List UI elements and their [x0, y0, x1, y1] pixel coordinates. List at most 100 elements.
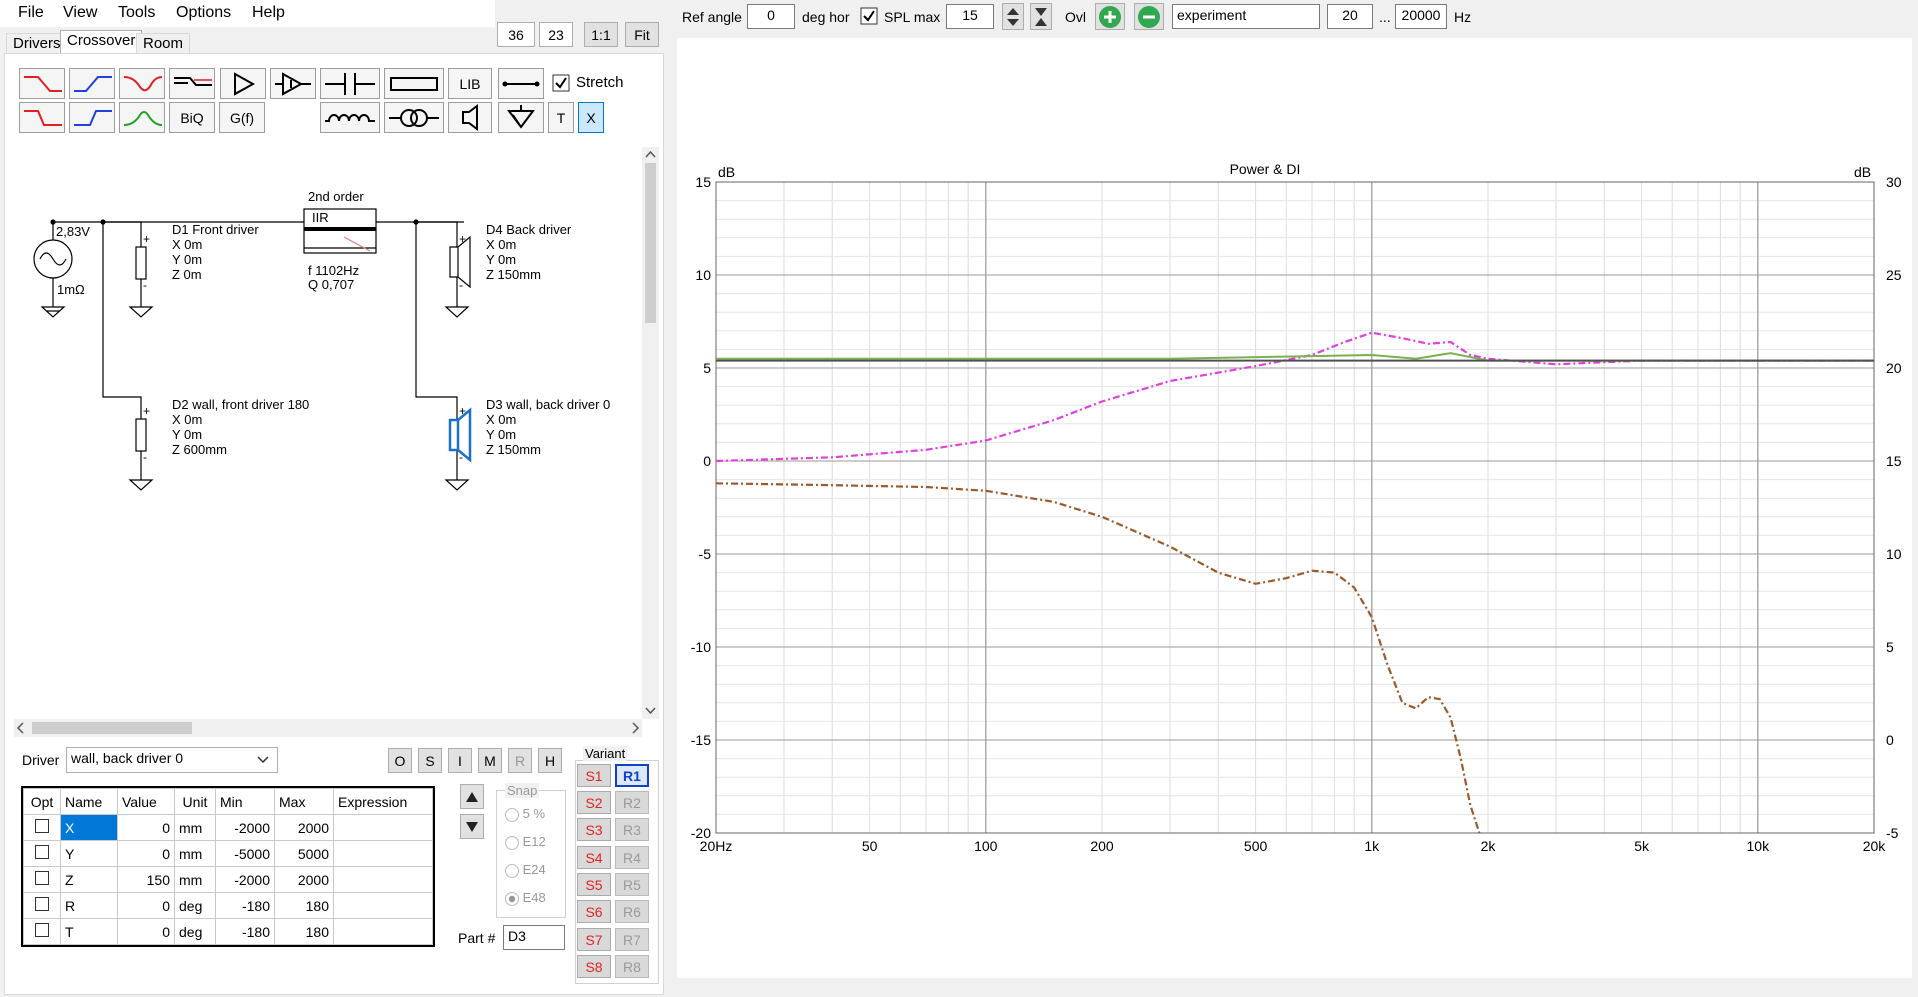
- tab-crossover[interactable]: Crossover: [60, 30, 143, 55]
- part-number-field[interactable]: D3: [503, 925, 565, 950]
- menu-options[interactable]: Options: [176, 4, 231, 22]
- variant-r3-button[interactable]: R3: [615, 818, 649, 841]
- param-min[interactable]: -180: [215, 892, 275, 919]
- variant-r4-button[interactable]: R4: [615, 846, 649, 869]
- param-max[interactable]: 180: [274, 892, 334, 919]
- param-expression[interactable]: [333, 918, 433, 945]
- driver-select[interactable]: wall, back driver 0: [66, 747, 278, 773]
- buffer-tool[interactable]: [270, 68, 316, 99]
- param-expression[interactable]: [333, 866, 433, 893]
- param-expression[interactable]: [333, 840, 433, 867]
- mode-h-button[interactable]: H: [538, 748, 562, 773]
- driver-d3-label[interactable]: D3 wall, back driver 0X 0m Y 0m Z 150mm: [486, 397, 610, 457]
- mode-o-button[interactable]: O: [388, 748, 412, 773]
- opt-checkbox[interactable]: [35, 845, 49, 859]
- mode-m-button[interactable]: M: [478, 748, 502, 773]
- param-expression[interactable]: [333, 892, 433, 919]
- snap-option-5pct[interactable]: 5 %: [505, 806, 545, 822]
- spl-max-field[interactable]: 15: [946, 4, 994, 29]
- bandstop-red-tool[interactable]: [119, 68, 165, 99]
- param-name[interactable]: R: [60, 892, 118, 919]
- param-min[interactable]: -2000: [215, 866, 275, 893]
- variant-s6-button[interactable]: S6: [577, 900, 611, 923]
- snap-option-e24[interactable]: E24: [505, 862, 546, 878]
- spl-spinner-button[interactable]: [1002, 3, 1024, 30]
- variant-s1-button[interactable]: S1: [577, 764, 611, 787]
- capacitor-tool[interactable]: [320, 68, 380, 99]
- bandpass-green-tool[interactable]: [119, 102, 165, 133]
- param-min[interactable]: -180: [215, 918, 275, 945]
- param-value[interactable]: 0: [117, 840, 175, 867]
- param-value[interactable]: 0: [117, 918, 175, 945]
- wire-tool[interactable]: [498, 68, 544, 99]
- param-min[interactable]: -2000: [215, 814, 275, 841]
- variant-r8-button[interactable]: R8: [615, 955, 649, 978]
- param-max[interactable]: 2000: [274, 814, 334, 841]
- variant-s4-button[interactable]: S4: [577, 846, 611, 869]
- param-max[interactable]: 180: [274, 918, 334, 945]
- param-name[interactable]: Y: [60, 840, 118, 867]
- param-min[interactable]: -5000: [215, 840, 275, 867]
- lowpass-red-tool[interactable]: [19, 68, 65, 99]
- param-name[interactable]: Z: [60, 866, 118, 893]
- param-max[interactable]: 2000: [274, 866, 334, 893]
- inductor-tool[interactable]: [320, 102, 380, 133]
- overlay-name-field[interactable]: experiment: [1172, 4, 1320, 29]
- stretch-checkbox[interactable]: [552, 74, 570, 92]
- variant-r1-button[interactable]: R1: [615, 764, 649, 787]
- delete-tool[interactable]: X: [578, 102, 604, 133]
- opt-checkbox[interactable]: [35, 819, 49, 833]
- zoom-fit-button[interactable]: Fit: [625, 22, 659, 47]
- param-name[interactable]: T: [60, 918, 118, 945]
- variant-s7-button[interactable]: S7: [577, 928, 611, 951]
- menu-file[interactable]: File: [18, 4, 44, 22]
- variant-r7-button[interactable]: R7: [615, 928, 649, 951]
- speaker-tool[interactable]: [448, 102, 492, 133]
- lowpass-red2-tool[interactable]: [19, 102, 65, 133]
- mode-i-button[interactable]: I: [448, 748, 472, 773]
- tab-room[interactable]: Room: [136, 33, 191, 54]
- text-tool[interactable]: T: [548, 102, 574, 133]
- schematic-vertical-scrollbar[interactable]: [642, 147, 659, 719]
- variant-r5-button[interactable]: R5: [615, 873, 649, 896]
- power-di-chart[interactable]: 20Hz 50 100 200 500 1k 2k 5k 10k 20k-20-15-10-505…: [677, 38, 1912, 978]
- highpass-blue2-tool[interactable]: [69, 102, 115, 133]
- zoom-a-field[interactable]: 36: [497, 22, 535, 47]
- tab-drivers[interactable]: Drivers: [6, 33, 68, 54]
- zoom-b-field[interactable]: 23: [539, 22, 573, 47]
- freq-to-field[interactable]: 20000: [1395, 4, 1447, 29]
- mode-r-button[interactable]: R: [508, 748, 532, 773]
- move-up-button[interactable]: [460, 784, 484, 809]
- menu-help[interactable]: Help: [252, 4, 285, 22]
- variant-s3-button[interactable]: S3: [577, 818, 611, 841]
- mode-s-button[interactable]: S: [418, 748, 442, 773]
- variant-s8-button[interactable]: S8: [577, 955, 611, 978]
- highpass-blue-tool[interactable]: [69, 68, 115, 99]
- ground-tool[interactable]: [498, 102, 544, 133]
- schematic-canvas[interactable]: + - + - + - + - 2,83V 1mΩ 2nd order IIR f 11…: [14, 147, 642, 719]
- move-down-button[interactable]: [460, 814, 484, 839]
- ref-angle-field[interactable]: 0: [747, 4, 795, 29]
- variant-s5-button[interactable]: S5: [577, 873, 611, 896]
- add-overlay-button[interactable]: [1095, 3, 1125, 30]
- variant-r6-button[interactable]: R6: [615, 900, 649, 923]
- param-expression[interactable]: [333, 814, 433, 841]
- snap-option-e48[interactable]: E48: [505, 890, 546, 906]
- library-button[interactable]: LIB: [448, 68, 492, 99]
- opt-checkbox[interactable]: [35, 871, 49, 885]
- opt-checkbox[interactable]: [35, 897, 49, 911]
- param-max[interactable]: 5000: [274, 840, 334, 867]
- param-name[interactable]: X: [60, 814, 118, 841]
- biquad-button[interactable]: BiQ: [169, 102, 215, 133]
- driver-d2-label[interactable]: D2 wall, front driver 180 X 0m Y 0m Z 600m…: [172, 397, 309, 457]
- resistor-tool[interactable]: [384, 68, 444, 99]
- param-value[interactable]: 0: [117, 814, 175, 841]
- variant-s2-button[interactable]: S2: [577, 791, 611, 814]
- param-value[interactable]: 150: [117, 866, 175, 893]
- menu-tools[interactable]: Tools: [118, 4, 155, 22]
- driver-d4-label[interactable]: D4 Back driver X 0m Y 0m Z 150mm: [486, 222, 571, 282]
- schematic-horizontal-scrollbar[interactable]: [14, 719, 642, 737]
- opt-checkbox[interactable]: [35, 923, 49, 937]
- variant-r2-button[interactable]: R2: [615, 791, 649, 814]
- amplifier-tool[interactable]: [220, 68, 266, 99]
